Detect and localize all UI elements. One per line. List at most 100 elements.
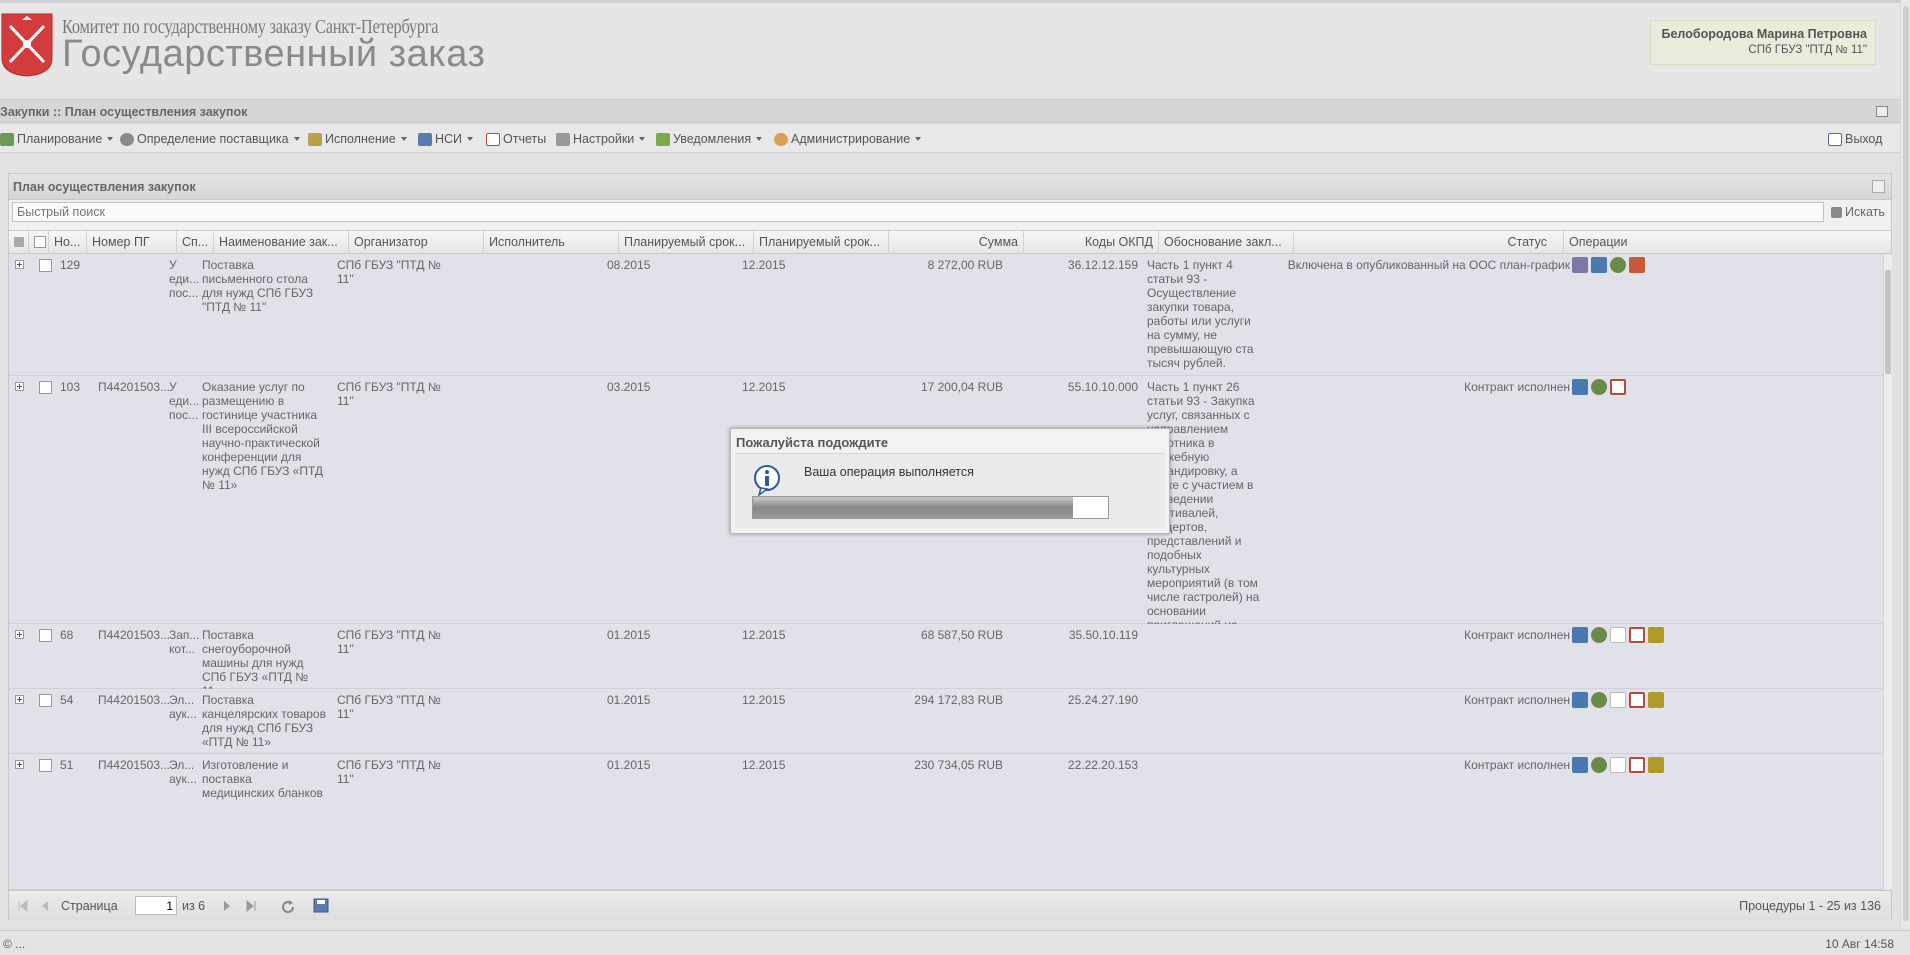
grid-scrollbar[interactable] — [1883, 254, 1892, 890]
expand-row-icon[interactable] — [15, 382, 24, 391]
scroll-icon[interactable] — [1648, 692, 1664, 708]
book-icon[interactable] — [1629, 257, 1645, 273]
panel-title: План осуществления закупок — [9, 174, 1891, 200]
col-planned-start[interactable]: Планируемый срок... — [619, 231, 754, 254]
refresh-icon[interactable] — [281, 900, 295, 914]
expand-row-icon[interactable] — [15, 260, 24, 269]
menu-planning[interactable]: Планирование — [0, 132, 114, 146]
chevron-down-icon — [400, 137, 407, 141]
cell-planned-end: 12.2015 — [742, 258, 786, 272]
cell-planned-start: 01.2015 — [607, 628, 651, 642]
chart-icon[interactable] — [1572, 627, 1588, 643]
datetime: 10 Авг 14:58 — [1825, 937, 1894, 951]
user-name: Белобородова Марина Петровна — [1661, 27, 1868, 41]
document-icon[interactable] — [1610, 379, 1626, 395]
col-executor[interactable]: Исполнитель — [484, 231, 619, 254]
table-row[interactable]: 129 У еди... пос... Поставка письменного… — [9, 254, 1883, 376]
quick-search-input[interactable] — [12, 202, 1824, 222]
row-checkbox[interactable] — [39, 759, 52, 772]
table-row[interactable]: 54 П44201503... Эл... аук... Поставка ка… — [9, 689, 1883, 754]
expand-row-icon[interactable] — [15, 760, 24, 769]
gears-icon[interactable] — [1591, 379, 1607, 395]
gears-icon[interactable] — [1591, 757, 1607, 773]
menu-settings[interactable]: Настройки — [556, 132, 646, 146]
scroll-icon[interactable] — [1648, 627, 1664, 643]
menu-reports[interactable]: Отчеты — [486, 132, 546, 146]
cell-name: Поставка письменного стола для нужд СПб … — [202, 258, 314, 314]
edit-icon[interactable] — [1572, 257, 1588, 273]
menu-nsi[interactable]: НСИ — [418, 132, 474, 146]
page-icon[interactable] — [1610, 627, 1626, 643]
grid-scrollbar-thumb[interactable] — [1885, 270, 1891, 374]
page-icon[interactable] — [1610, 692, 1626, 708]
first-page-icon[interactable] — [17, 900, 29, 912]
window-scrollbar[interactable] — [1900, 0, 1910, 930]
chevron-down-icon — [107, 137, 114, 141]
select-all-checkbox[interactable] — [29, 231, 49, 254]
cell-organizer: СПб ГБУЗ "ПТД № 11" — [337, 758, 441, 786]
admin-user-icon — [774, 132, 788, 146]
report-icon — [486, 132, 500, 146]
cell-status: Включена в опубликованный на ООС план-гр… — [1287, 258, 1570, 272]
progress-bar-fill — [753, 497, 1073, 518]
chart-icon[interactable] — [1572, 757, 1588, 773]
cell-planned-start: 08.2015 — [607, 258, 651, 272]
col-planned-end[interactable]: Планируемый срок... — [754, 231, 889, 254]
row-operations — [1572, 757, 1664, 773]
col-plan-number[interactable]: Номер ПГ — [87, 231, 177, 254]
cell-organizer: СПб ГБУЗ "ПТД № 11" — [337, 693, 441, 721]
document-icon[interactable] — [1629, 692, 1645, 708]
gears-icon[interactable] — [1591, 692, 1607, 708]
records-summary: Процедуры 1 - 25 из 136 — [1739, 899, 1881, 913]
notification-icon — [656, 132, 670, 146]
row-checkbox[interactable] — [39, 259, 52, 272]
menu-supplier[interactable]: Определение поставщика — [120, 132, 300, 146]
col-organizer[interactable]: Организатор — [349, 231, 484, 254]
expand-row-icon[interactable] — [15, 695, 24, 704]
refresh-panel-icon[interactable] — [1872, 180, 1885, 193]
search-button[interactable]: Искать — [1831, 205, 1885, 219]
window-scrollbar-thumb[interactable] — [1903, 6, 1909, 921]
document-icon[interactable] — [1629, 757, 1645, 773]
cell-sum: 230 734,05 RUB — [914, 758, 1003, 772]
user-org: СПб ГБУЗ "ПТД № 11" — [1748, 44, 1867, 56]
col-status[interactable]: Статус — [1294, 231, 1564, 254]
menu-administration[interactable]: Администрирование — [774, 132, 922, 146]
col-number[interactable]: Но... — [49, 231, 87, 254]
col-okpd[interactable]: Коды ОКПД — [1024, 231, 1159, 254]
last-page-icon[interactable] — [245, 900, 257, 912]
menu-execution[interactable]: Исполнение — [308, 132, 407, 146]
gears-icon[interactable] — [1591, 627, 1607, 643]
cell-organizer: СПб ГБУЗ "ПТД № 11" — [337, 380, 441, 408]
save-icon[interactable] — [313, 898, 329, 913]
cell-status: Контракт исполнен — [1464, 758, 1570, 772]
chevron-down-icon — [293, 137, 300, 141]
page-number-input[interactable] — [135, 896, 177, 915]
prev-page-icon[interactable] — [39, 900, 51, 912]
chart-icon[interactable] — [1572, 692, 1588, 708]
expand-row-icon[interactable] — [15, 630, 24, 639]
col-name[interactable]: Наименование зак... — [214, 231, 349, 254]
row-checkbox[interactable] — [39, 381, 52, 394]
col-method[interactable]: Сп... — [177, 231, 214, 254]
cell-name: Изготовление и поставка медицинских блан… — [202, 758, 323, 800]
filter-icon[interactable] — [9, 231, 29, 254]
page-icon[interactable] — [1610, 757, 1626, 773]
gears-icon[interactable] — [1610, 257, 1626, 273]
row-checkbox[interactable] — [39, 694, 52, 707]
next-page-icon[interactable] — [221, 900, 233, 912]
user-box[interactable]: Белобородова Марина Петровна СПб ГБУЗ "П… — [1650, 20, 1876, 65]
scroll-icon[interactable] — [1648, 757, 1664, 773]
document-icon[interactable] — [1629, 627, 1645, 643]
col-basis[interactable]: Обоснование закл... — [1159, 231, 1294, 254]
collapse-icon[interactable] — [1876, 106, 1888, 117]
chart-icon[interactable] — [1591, 257, 1607, 273]
chart-icon[interactable] — [1572, 379, 1588, 395]
table-row[interactable]: 51 П44201503... Эл... аук... Изготовлени… — [9, 754, 1883, 890]
table-row[interactable]: 68 П44201503... Зап... кот... Поставка с… — [9, 624, 1883, 698]
col-sum[interactable]: Сумма — [889, 231, 1024, 254]
row-checkbox[interactable] — [39, 629, 52, 642]
menu-notifications[interactable]: Уведомления — [656, 132, 763, 146]
logout-button[interactable]: Выход — [1828, 132, 1882, 146]
page-count: из 6 — [182, 899, 206, 913]
